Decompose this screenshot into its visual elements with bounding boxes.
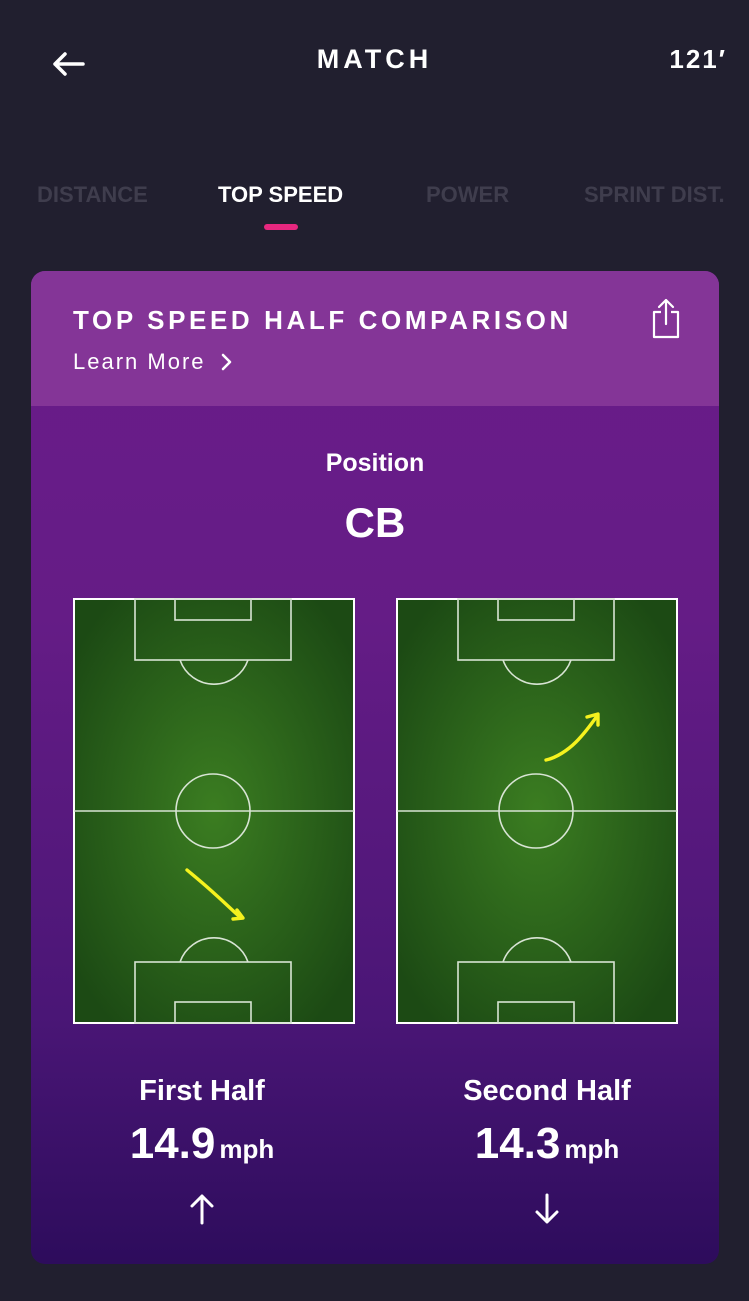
first-half-label: First Half xyxy=(139,1075,265,1107)
share-icon xyxy=(652,298,680,339)
learn-more-link[interactable]: Learn More xyxy=(73,349,232,375)
comparison-card: TOP SPEED HALF COMPARISON Learn More Pos… xyxy=(31,271,719,1264)
second-half-label: Second Half xyxy=(463,1075,631,1107)
metric-tabs: DISTANCE TOP SPEED POWER SPRINT DIST. xyxy=(0,176,749,236)
chevron-right-icon xyxy=(221,353,231,371)
active-tab-indicator xyxy=(264,224,298,230)
first-half-speed: 14.9 mph xyxy=(52,1119,352,1169)
match-time: 121′ xyxy=(669,44,727,74)
tab-distance[interactable]: DISTANCE xyxy=(37,182,148,208)
first-half-trend xyxy=(52,1193,352,1225)
tab-sprint-dist[interactable]: SPRINT DIST. xyxy=(584,182,725,208)
second-half-pitch xyxy=(396,598,678,1024)
page-title: MATCH xyxy=(316,44,433,74)
second-half-speed-unit: mph xyxy=(564,1134,620,1164)
tab-power[interactable]: POWER xyxy=(426,182,509,208)
header: MATCH 121′ xyxy=(0,0,749,130)
card-header: TOP SPEED HALF COMPARISON Learn More xyxy=(31,271,719,406)
first-half-speed-value: 14.9 xyxy=(129,1119,216,1168)
trend-down-arrow-icon xyxy=(535,1193,559,1224)
second-half-trend xyxy=(397,1193,697,1225)
second-half-speed-value: 14.3 xyxy=(474,1119,561,1168)
share-button[interactable] xyxy=(646,295,686,341)
first-half-pitch xyxy=(73,598,355,1024)
second-half-speed: 14.3 mph xyxy=(397,1119,697,1169)
card-title: TOP SPEED HALF COMPARISON xyxy=(73,305,572,335)
tab-top-speed[interactable]: TOP SPEED xyxy=(218,182,343,208)
position-value: CB xyxy=(344,499,406,546)
position-label: Position xyxy=(325,449,425,477)
trend-up-arrow-icon xyxy=(190,1194,214,1225)
first-half-speed-unit: mph xyxy=(219,1134,275,1164)
learn-more-label: Learn More xyxy=(73,349,206,374)
